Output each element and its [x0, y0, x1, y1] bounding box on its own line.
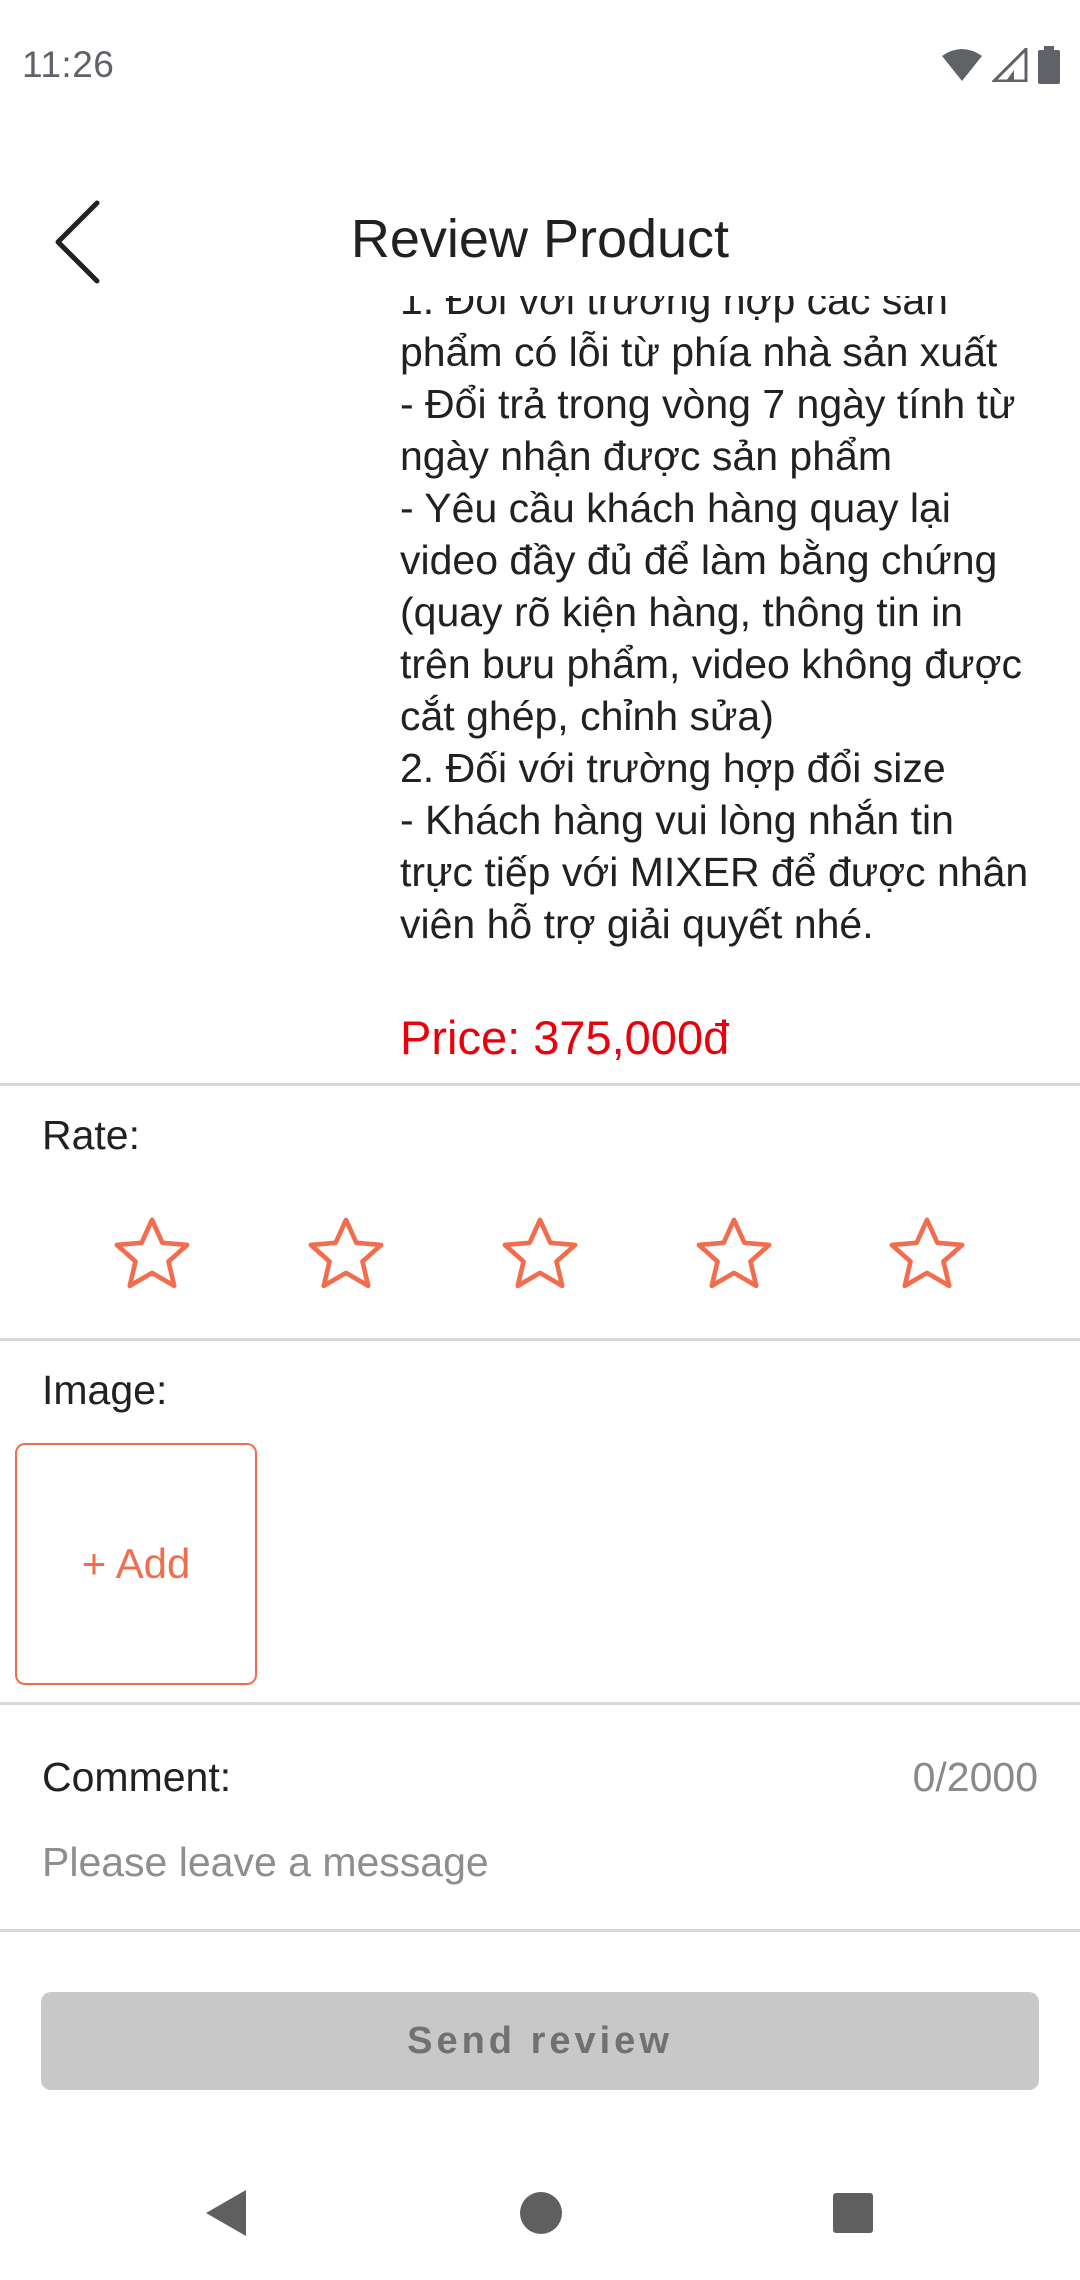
page-title: Review Product — [350, 209, 730, 269]
status-icons — [942, 46, 1060, 84]
comment-input[interactable] — [42, 1830, 1032, 1894]
star-icon[interactable] — [689, 1212, 779, 1298]
divider — [0, 1929, 1080, 1932]
divider — [0, 1338, 1080, 1341]
comment-label: Comment: — [42, 1754, 232, 1800]
send-review-button[interactable]: Send review — [41, 1992, 1039, 2090]
signal-icon — [992, 48, 1028, 82]
product-description-area[interactable]: 1. Đổi với trường hợp các sản phẩm có lỗ… — [0, 296, 1080, 1076]
home-circle-icon[interactable] — [514, 2186, 568, 2240]
image-label: Image: — [42, 1367, 168, 1413]
comment-counter: 0/2000 — [912, 1754, 1038, 1800]
add-image-button[interactable]: + Add — [15, 1443, 257, 1685]
star-icon[interactable] — [107, 1212, 197, 1298]
back-triangle-icon[interactable] — [200, 2186, 254, 2240]
rate-label: Rate: — [42, 1112, 140, 1158]
wifi-icon — [942, 49, 982, 81]
divider — [0, 1083, 1080, 1086]
divider — [0, 1702, 1080, 1705]
star-icon[interactable] — [301, 1212, 391, 1298]
send-review-label: Send review — [407, 2019, 673, 2062]
star-icon[interactable] — [495, 1212, 585, 1298]
recents-square-icon[interactable] — [826, 2186, 880, 2240]
battery-icon — [1038, 46, 1060, 84]
product-description: 1. Đổi với trường hợp các sản phẩm có lỗ… — [400, 296, 1029, 947]
status-time: 11:26 — [22, 44, 115, 85]
product-price: Price: 375,000đ — [400, 1011, 730, 1064]
star-icon[interactable] — [882, 1212, 972, 1298]
add-image-label: + Add — [81, 1540, 191, 1587]
